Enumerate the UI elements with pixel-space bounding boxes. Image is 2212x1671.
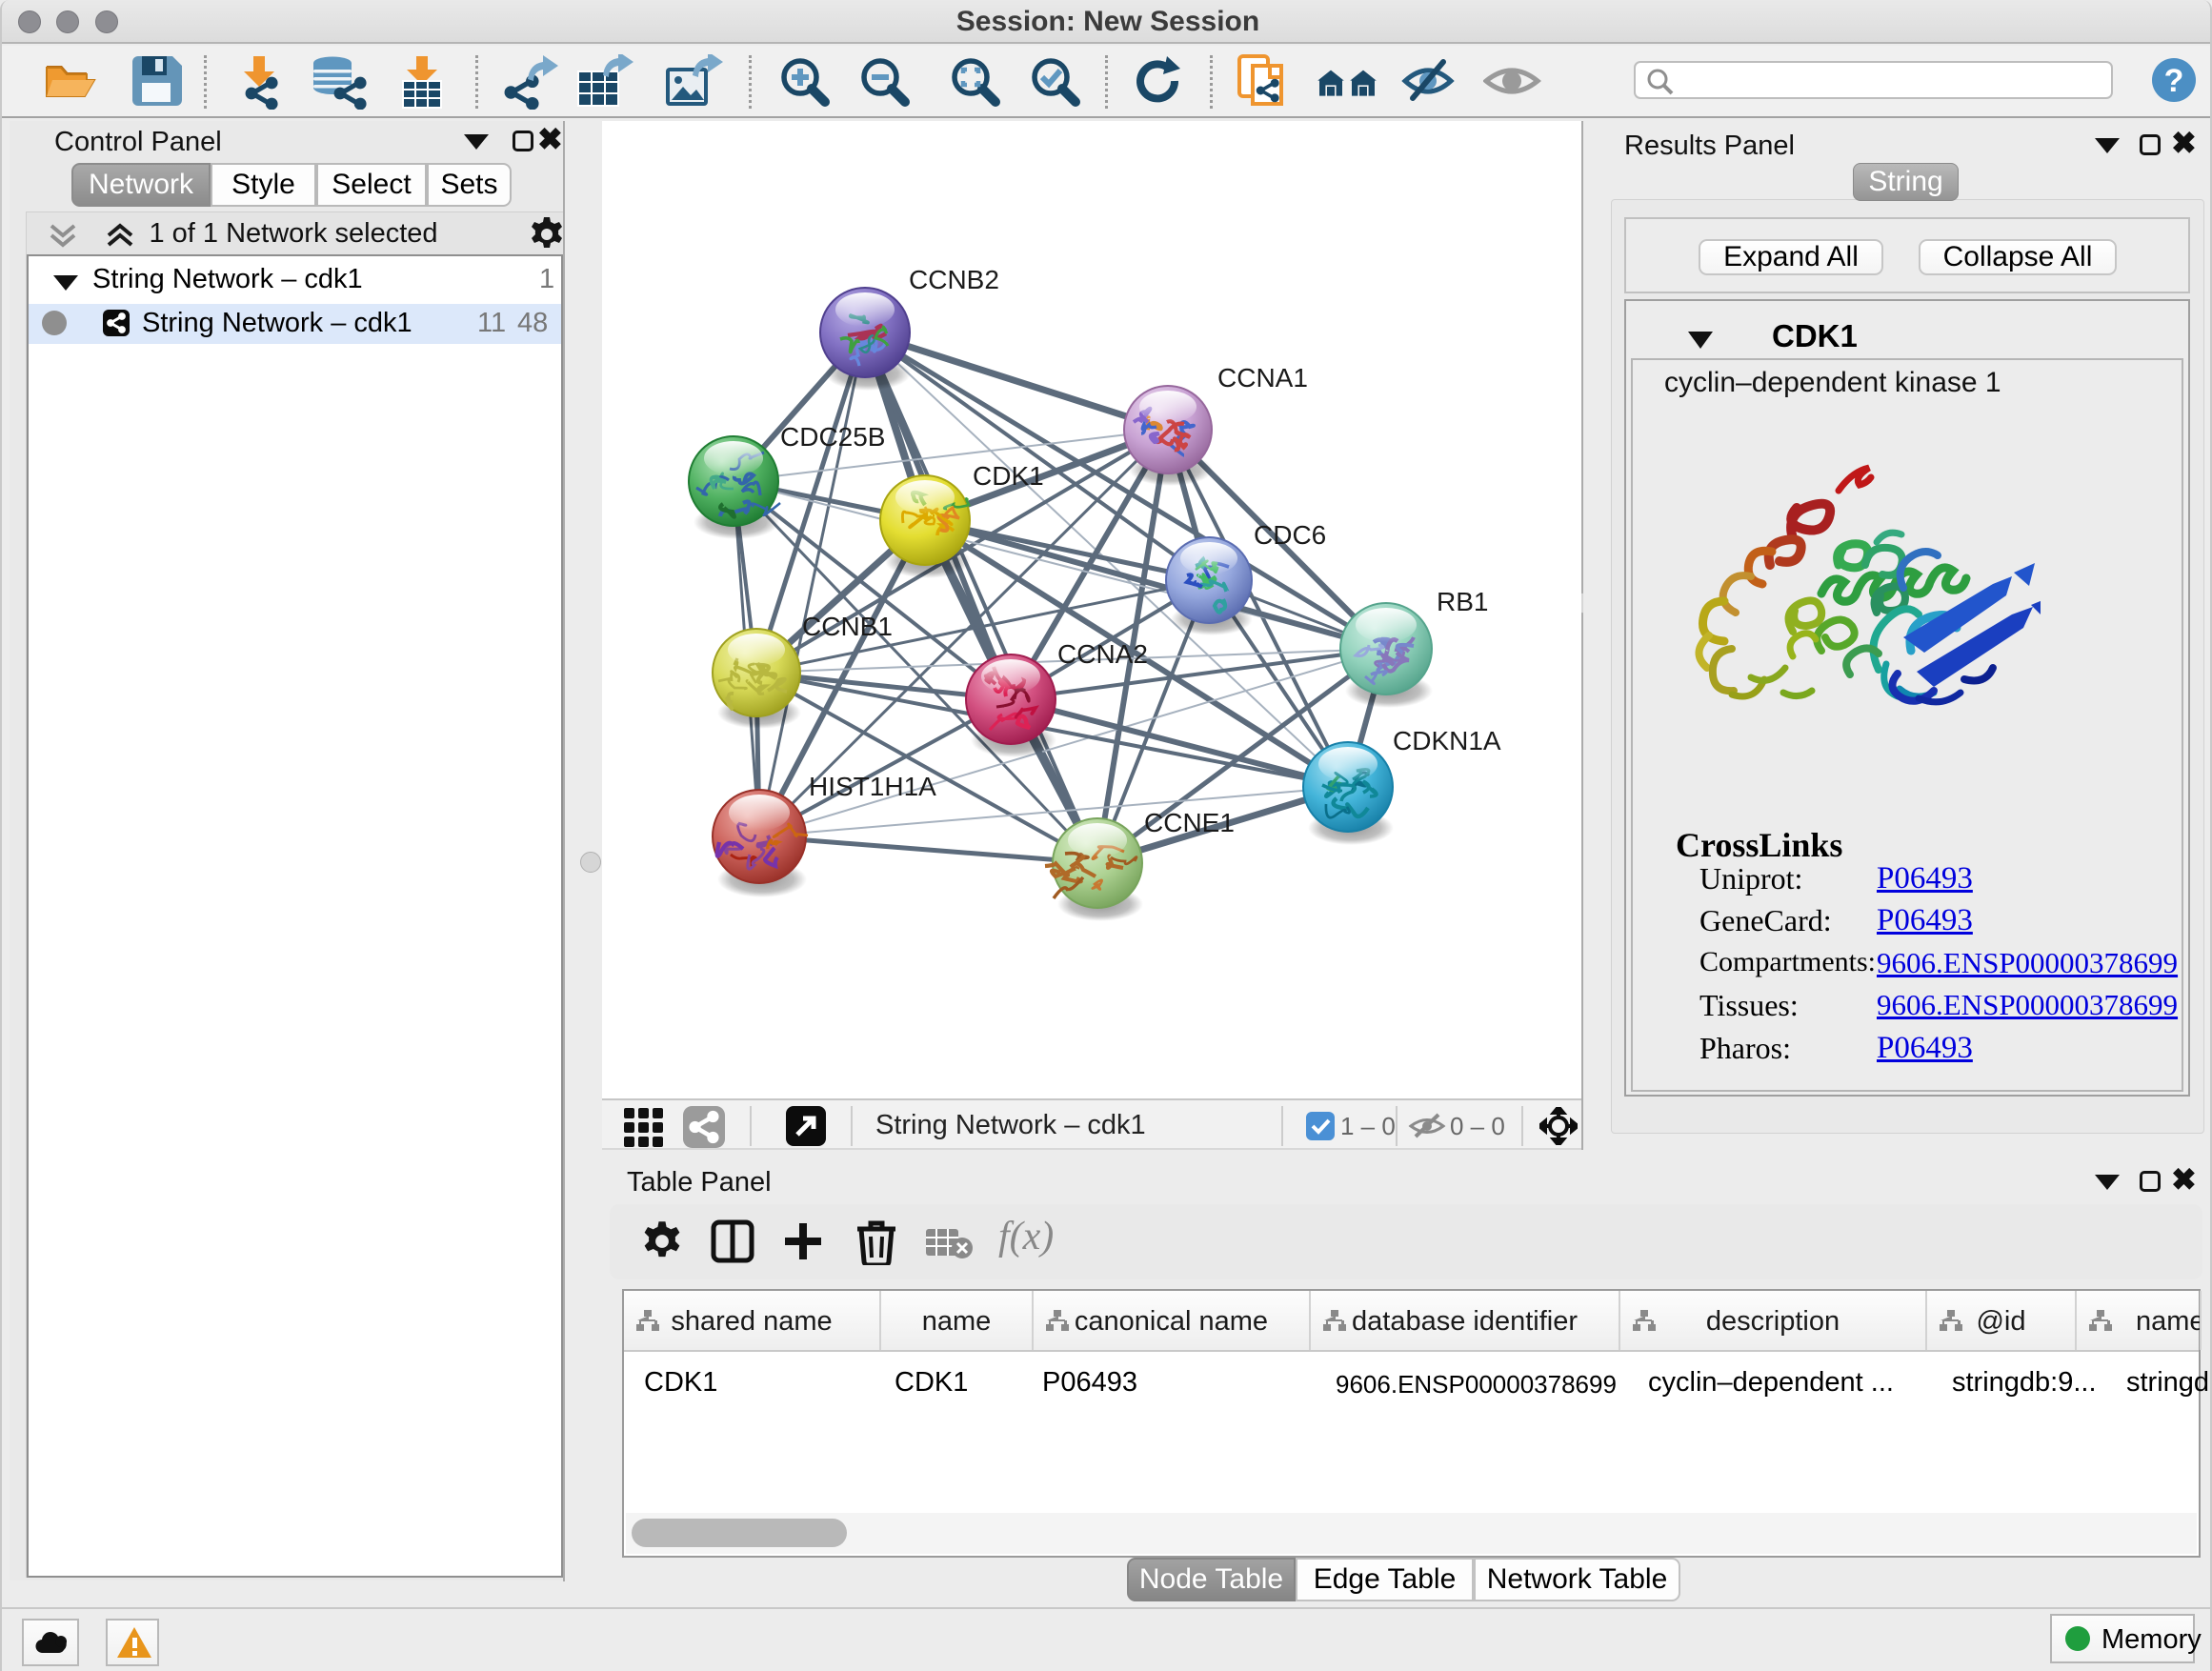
svg-text:HIST1H1A: HIST1H1A <box>809 772 936 801</box>
svg-text:?: ? <box>2164 63 2184 99</box>
svg-text:CCNB1: CCNB1 <box>802 612 893 641</box>
svg-text:RB1: RB1 <box>1437 587 1488 616</box>
svg-text:CCNA1: CCNA1 <box>1217 363 1308 393</box>
svg-text:CDC6: CDC6 <box>1254 520 1326 550</box>
svg-text:CDKN1A: CDKN1A <box>1393 726 1501 755</box>
svg-text:CDK1: CDK1 <box>973 461 1044 491</box>
svg-text:CCNE1: CCNE1 <box>1144 808 1235 837</box>
svg-text:CDC25B: CDC25B <box>780 422 885 452</box>
svg-text:CCNA2: CCNA2 <box>1057 639 1148 669</box>
svg-text:CCNB2: CCNB2 <box>909 265 999 294</box>
